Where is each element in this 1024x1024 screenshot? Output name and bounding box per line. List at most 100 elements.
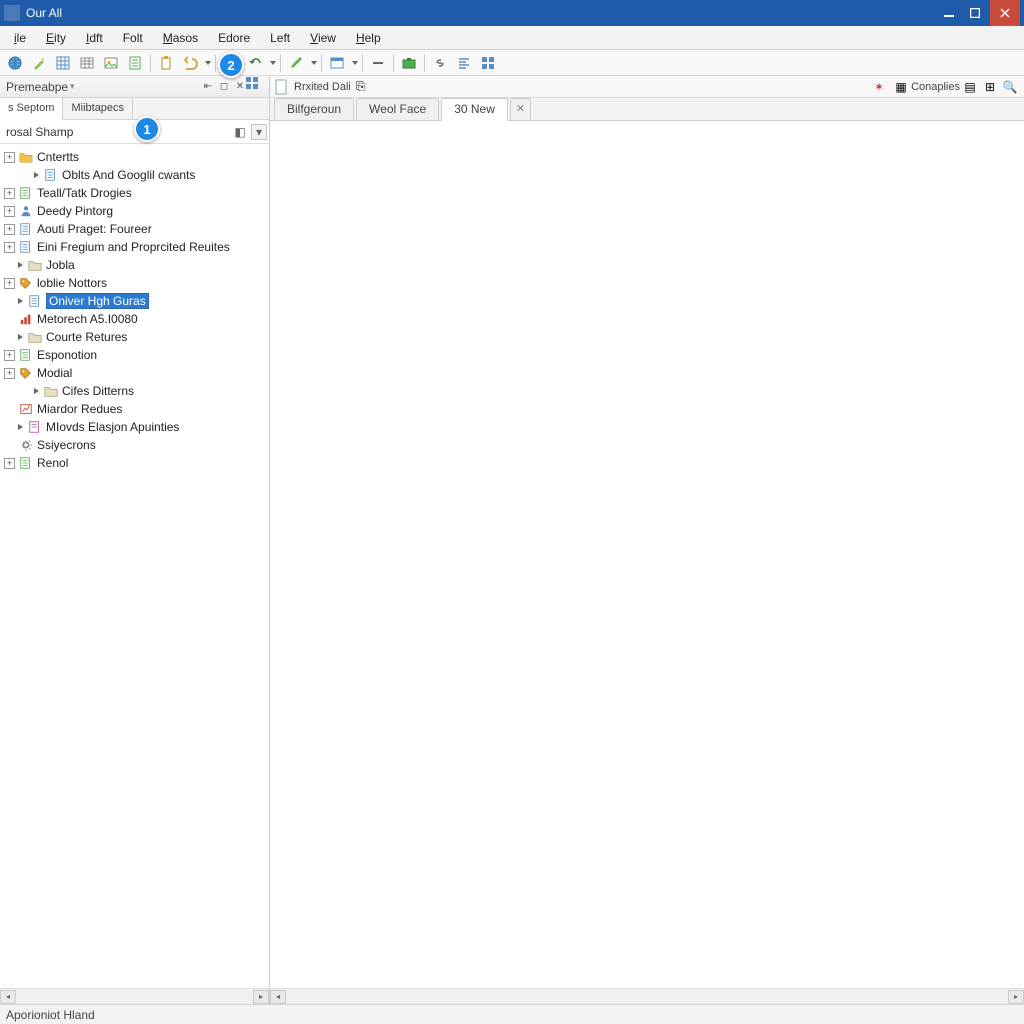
tree-toggle-icon[interactable]: + [4,242,15,253]
toolbar-picture-icon[interactable] [100,52,122,74]
tree-toggle-icon[interactable]: + [4,224,15,235]
tree-item[interactable]: Oblts And Googlil cwants [0,166,269,184]
editor-doc-icon [274,79,290,95]
panel-tab-s-septom[interactable]: s Septom [0,98,63,120]
tree-toggle-icon[interactable]: + [4,278,15,289]
toolbar-link-icon[interactable] [429,52,451,74]
editor-hscrollbar[interactable]: ◂ ▸ [270,988,1024,1004]
menu-view[interactable]: View [300,27,346,49]
editor-tab-weol-face[interactable]: Weol Face [356,98,439,120]
maximize-button[interactable] [962,3,988,23]
menu-left[interactable]: Left [260,27,300,49]
tree-toggle-spacer [4,422,15,433]
tree-tag-icon [18,276,34,290]
tree-toggle-icon[interactable]: + [4,206,15,217]
editor-tab-bilfgeroun[interactable]: Bilfgeroun [274,98,354,120]
tree-item[interactable]: +Eini Fregium and Proprcited Reuites [0,238,269,256]
tree-item[interactable]: Cifes Ditterns [0,382,269,400]
toolbar-undo2-dropdown-icon[interactable] [268,52,276,74]
scroll-left-icon[interactable]: ◂ [0,990,16,1004]
toolbar-globe-icon[interactable] [4,52,26,74]
tree-toggle-icon[interactable]: + [4,350,15,361]
toolbar-separator [321,54,322,72]
tree-toggle-spacer [4,260,15,271]
tree-item[interactable]: +Cntertts [0,148,269,166]
filter-input[interactable] [2,125,229,139]
toolbar-case-icon[interactable] [398,52,420,74]
tree-item-label: Esponotion [37,348,97,362]
editor-topbar-left-label: Rrxited Dali [294,81,351,93]
tree-toggle-icon[interactable]: + [4,188,15,199]
toolbar-separator [393,54,394,72]
menu-help[interactable]: Help [346,27,391,49]
toolbar-sheet-icon[interactable] [124,52,146,74]
menu-eity[interactable]: Eity [36,27,76,49]
panel-header-dropdown-icon[interactable]: ▾ [70,81,75,92]
menu-ile[interactable]: ile [4,27,36,49]
toolbar-wand-icon[interactable] [28,52,50,74]
tree-page-b-icon [27,294,43,308]
tree-item[interactable]: MIovds Elasjon Apuinties [0,418,269,436]
filter-clear-icon[interactable]: ◧ [231,123,249,141]
toolbar-minus-icon[interactable] [367,52,389,74]
panel-popout-icon[interactable]: ◻ [217,80,231,94]
panel-tab-miibtapecs[interactable]: Miibtapecs [63,98,133,119]
panel-hscrollbar[interactable]: ◂ ▸ [0,988,269,1004]
tree-item[interactable]: Metorech A5.I0080 [0,310,269,328]
tree-item[interactable]: Miardor Redues [0,400,269,418]
menu-idft[interactable]: Idft [76,27,113,49]
tree-toggle-spacer [4,314,15,325]
close-button[interactable] [990,0,1020,26]
tree-item[interactable]: Courte Retures [0,328,269,346]
nav-tree: +CnterttsOblts And Googlil cwants+Teall/… [0,144,269,988]
toolbar-clipboard-icon[interactable] [155,52,177,74]
toolbar-table-icon[interactable] [76,52,98,74]
toolbar-undo-icon[interactable] [179,52,201,74]
editor-topbar-right-tool1-icon[interactable]: ▦ [892,78,910,96]
tree-arrow-icon [18,424,23,430]
editor-topbar-left-tool-icon[interactable]: ⎘ [352,78,370,96]
toolbar-grid-icon[interactable] [52,52,74,74]
editor-topbar-right-tool2-icon[interactable]: ▤ [961,78,979,96]
tree-toggle-icon[interactable]: + [4,368,15,379]
tree-item[interactable]: Oniver Hgh Guras [0,292,269,310]
menu-edore[interactable]: Edore [208,27,260,49]
tree-item[interactable]: Ssiyecrons [0,436,269,454]
editor-scroll-right-icon[interactable]: ▸ [1008,990,1024,1004]
toolbar-separator [424,54,425,72]
toolbar-undo2-icon[interactable] [244,52,266,74]
minimize-button[interactable] [936,3,962,23]
toolbar-brush-icon[interactable] [220,52,242,74]
tree-item[interactable]: + Esponotion [0,346,269,364]
tree-page-b-icon [18,222,34,236]
tree-tag-icon [18,366,34,380]
tree-item[interactable]: +Teall/Tatk Drogies [0,184,269,202]
status-text: Aporioniot Hland [6,1008,95,1022]
menu-folt[interactable]: Folt [113,27,153,49]
tree-item[interactable]: +Renol [0,454,269,472]
panel-nav-left-icon[interactable]: ⇤ [201,80,215,94]
editor-topbar-right-tool3-icon[interactable]: ⊞ [981,78,999,96]
tree-item[interactable]: Jobla [0,256,269,274]
editor-tab-30-new[interactable]: 30 New [441,98,508,121]
scroll-right-icon[interactable]: ▸ [253,990,269,1004]
menu-masos[interactable]: Masos [153,27,208,49]
tree-toggle-icon[interactable]: + [4,152,15,163]
toolbar-undo-dropdown-icon[interactable] [203,52,211,74]
editor-tab-close-icon[interactable]: ✕ [510,98,531,120]
editor-scroll-left-icon[interactable]: ◂ [270,990,286,1004]
tree-item[interactable]: +Modial [0,364,269,382]
toolbar-align-icon[interactable] [453,52,475,74]
toolbar-props-icon[interactable] [326,52,348,74]
filter-dropdown-icon[interactable]: ▾ [251,124,267,140]
tree-item[interactable]: + loblie Nottors [0,274,269,292]
toolbar-pencil-dropdown-icon[interactable] [309,52,317,74]
tree-toggle-icon[interactable]: + [4,458,15,469]
editor-search-icon[interactable]: 🔍 [1001,78,1019,96]
tree-item[interactable]: +Deedy Pintorg [0,202,269,220]
tree-item[interactable]: +Aouti Praget: Foureer [0,220,269,238]
tree-item-label: loblie Nottors [37,276,107,290]
toolbar-pencil-icon[interactable] [285,52,307,74]
toolbar-grid2-icon[interactable] [477,52,499,74]
toolbar-props-dropdown-icon[interactable] [350,52,358,74]
